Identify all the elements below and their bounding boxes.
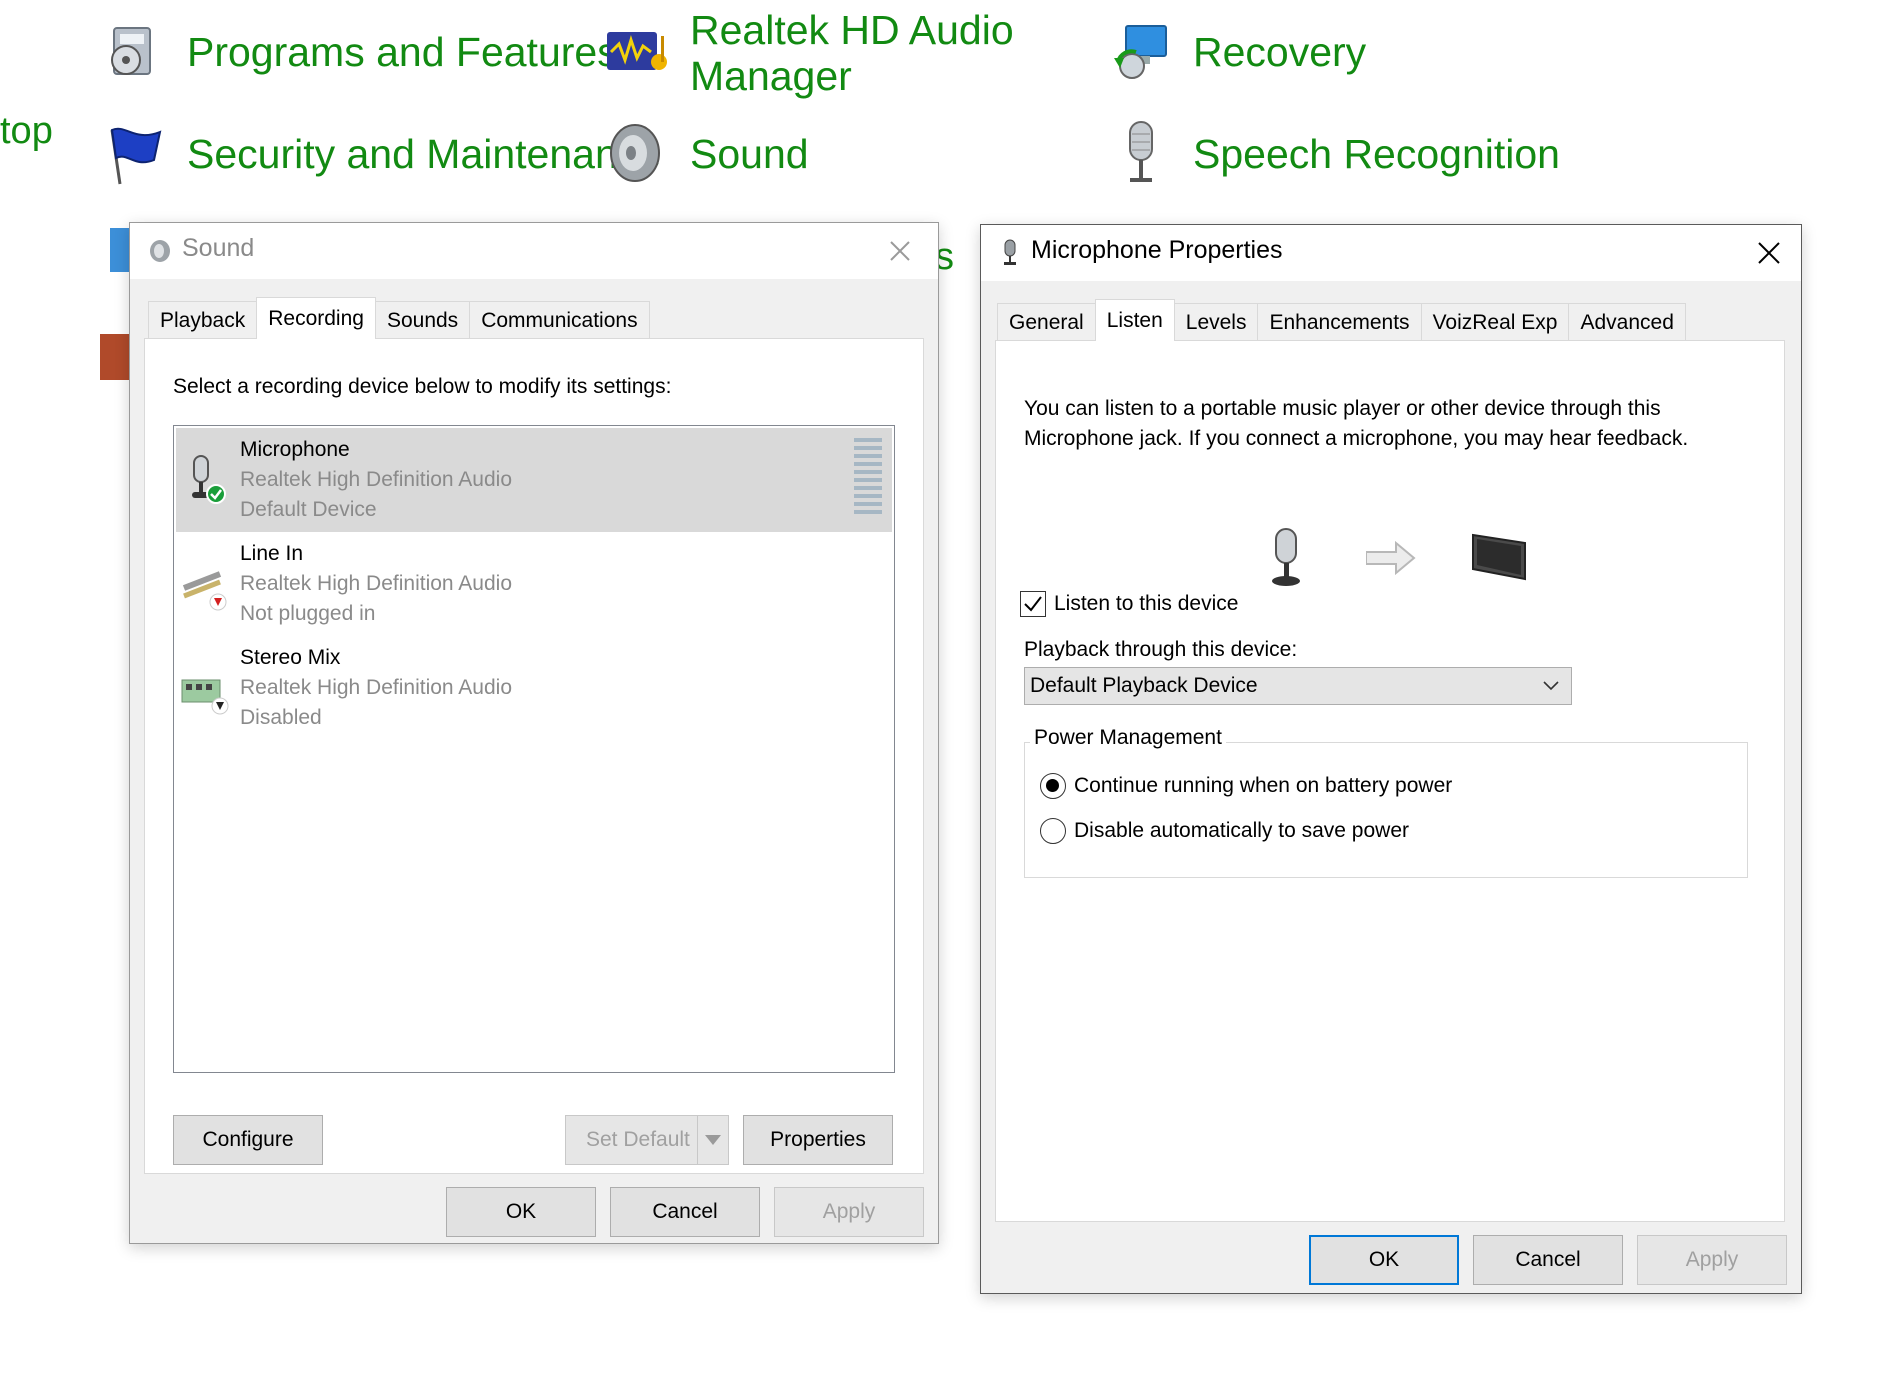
- listen-checkbox-label[interactable]: Listen to this device: [1054, 592, 1238, 616]
- microphone-icon: [1001, 239, 1019, 271]
- playback-device-value: Default Playback Device: [1030, 674, 1258, 697]
- power-management-title: Power Management: [1030, 726, 1226, 750]
- microphone-device-icon: [180, 454, 230, 508]
- tab-advanced[interactable]: Advanced: [1568, 303, 1686, 341]
- set-default-dropdown[interactable]: [697, 1115, 729, 1165]
- speaker-icon: [148, 239, 172, 267]
- chevron-down-icon: [1543, 681, 1559, 691]
- firewall-icon: [100, 334, 130, 380]
- device-status: Default Device: [240, 498, 377, 521]
- speaker-icon[interactable]: [605, 122, 665, 182]
- list-item-line-in[interactable]: Line In Realtek High Definition Audio No…: [176, 532, 892, 636]
- recording-tab-panel: Select a recording device below to modif…: [144, 338, 924, 1174]
- set-default-label: Set Default: [586, 1128, 690, 1151]
- radio-continue-running-label[interactable]: Continue running when on battery power: [1074, 774, 1452, 798]
- device-status: Disabled: [240, 706, 322, 729]
- sound-link[interactable]: Sound: [690, 130, 809, 178]
- playback-device-select[interactable]: Default Playback Device: [1024, 667, 1572, 705]
- playback-label: Playback through this device:: [1024, 638, 1298, 661]
- tab-recording[interactable]: Recording: [256, 297, 376, 339]
- cancel-button[interactable]: Cancel: [610, 1187, 760, 1237]
- recording-device-list[interactable]: Microphone Realtek High Definition Audio…: [173, 425, 895, 1073]
- listen-tab-panel: You can listen to a portable music playe…: [995, 340, 1785, 1222]
- microphone-icon[interactable]: [1112, 120, 1172, 182]
- monitor-icon: [1471, 533, 1529, 587]
- arrow-right-icon: [1365, 540, 1416, 579]
- device-driver: Realtek High Definition Audio: [240, 676, 512, 699]
- description-line1: You can listen to a portable music playe…: [1024, 397, 1661, 420]
- radio-continue-running[interactable]: [1040, 773, 1066, 799]
- list-item-stereo-mix[interactable]: Stereo Mix Realtek High Definition Audio…: [176, 636, 892, 740]
- mic-dialog-title: Microphone Properties: [1031, 236, 1283, 264]
- checkmark-icon: [1024, 596, 1042, 612]
- tab-playback[interactable]: Playback: [148, 301, 258, 339]
- instruction-text: Select a recording device below to modif…: [173, 375, 672, 398]
- sound-card-icon: [180, 662, 230, 716]
- tab-sounds[interactable]: Sounds: [374, 301, 471, 339]
- close-button[interactable]: [876, 229, 924, 273]
- chevron-down-icon: [705, 1135, 721, 1145]
- realtek-audio-icon[interactable]: [605, 22, 667, 82]
- sound-tabstrip: Playback Recording Sounds Communications: [148, 297, 650, 339]
- configure-button[interactable]: Configure: [173, 1115, 323, 1165]
- mic-dialog-titlebar[interactable]: Microphone Properties: [981, 225, 1801, 281]
- close-icon: [1758, 242, 1780, 264]
- flag-icon[interactable]: [100, 124, 162, 185]
- tab-levels[interactable]: Levels: [1173, 303, 1259, 341]
- cancel-button[interactable]: Cancel: [1473, 1235, 1623, 1285]
- level-meter: [854, 438, 882, 514]
- sound-dialog-titlebar[interactable]: Sound: [130, 223, 938, 279]
- device-name: Microphone: [240, 438, 350, 461]
- speech-recognition-link[interactable]: Speech Recognition: [1193, 130, 1560, 178]
- list-item-microphone[interactable]: Microphone Realtek High Definition Audio…: [176, 428, 892, 532]
- mic-tabstrip: General Listen Levels Enhancements VoizR…: [997, 299, 1686, 341]
- sound-dialog: Sound Playback Recording Sounds Communic…: [129, 222, 939, 1244]
- set-default-button[interactable]: Set Default: [565, 1115, 713, 1165]
- recovery-link[interactable]: Recovery: [1193, 28, 1366, 76]
- apply-button[interactable]: Apply: [774, 1187, 924, 1237]
- device-name: Line In: [240, 542, 304, 565]
- programs-features-icon[interactable]: [100, 22, 160, 82]
- tab-enhancements[interactable]: Enhancements: [1257, 303, 1422, 341]
- ok-button[interactable]: OK: [1309, 1235, 1459, 1285]
- realtek-audio-link-line2[interactable]: Manager: [690, 52, 852, 100]
- description-line2: Microphone jack. If you connect a microp…: [1024, 427, 1689, 450]
- device-driver: Realtek High Definition Audio: [240, 468, 512, 491]
- tab-voizreal-exp[interactable]: VoizReal Exp: [1420, 303, 1570, 341]
- partial-item-label: top: [0, 110, 53, 152]
- ok-button[interactable]: OK: [446, 1187, 596, 1237]
- recovery-icon[interactable]: [1110, 22, 1170, 82]
- microphone-icon: [1266, 527, 1306, 593]
- tab-communications[interactable]: Communications: [469, 301, 650, 339]
- properties-button[interactable]: Properties: [743, 1115, 893, 1165]
- apply-button[interactable]: Apply: [1637, 1235, 1787, 1285]
- close-icon: [890, 241, 910, 261]
- power-management-group: [1024, 742, 1748, 878]
- tab-listen[interactable]: Listen: [1094, 299, 1175, 341]
- radio-dot: [1046, 779, 1059, 792]
- device-name: Stereo Mix: [240, 646, 341, 669]
- device-driver: Realtek High Definition Audio: [240, 572, 512, 595]
- default-check-icon: [206, 484, 226, 504]
- programs-features-link[interactable]: Programs and Features: [187, 28, 618, 76]
- line-in-jack-icon: [180, 558, 230, 612]
- close-button[interactable]: [1745, 231, 1793, 275]
- listen-checkbox[interactable]: [1020, 591, 1046, 617]
- radio-disable-automatically-label[interactable]: Disable automatically to save power: [1074, 819, 1409, 843]
- microphone-properties-dialog: Microphone Properties General Listen Lev…: [980, 224, 1802, 1294]
- realtek-audio-link-line1[interactable]: Realtek HD Audio: [690, 6, 1014, 54]
- radio-disable-automatically[interactable]: [1040, 818, 1066, 844]
- device-status: Not plugged in: [240, 602, 376, 625]
- security-maintenance-link[interactable]: Security and Maintenance: [187, 130, 661, 178]
- sound-dialog-title: Sound: [182, 234, 255, 262]
- tab-general[interactable]: General: [997, 303, 1096, 341]
